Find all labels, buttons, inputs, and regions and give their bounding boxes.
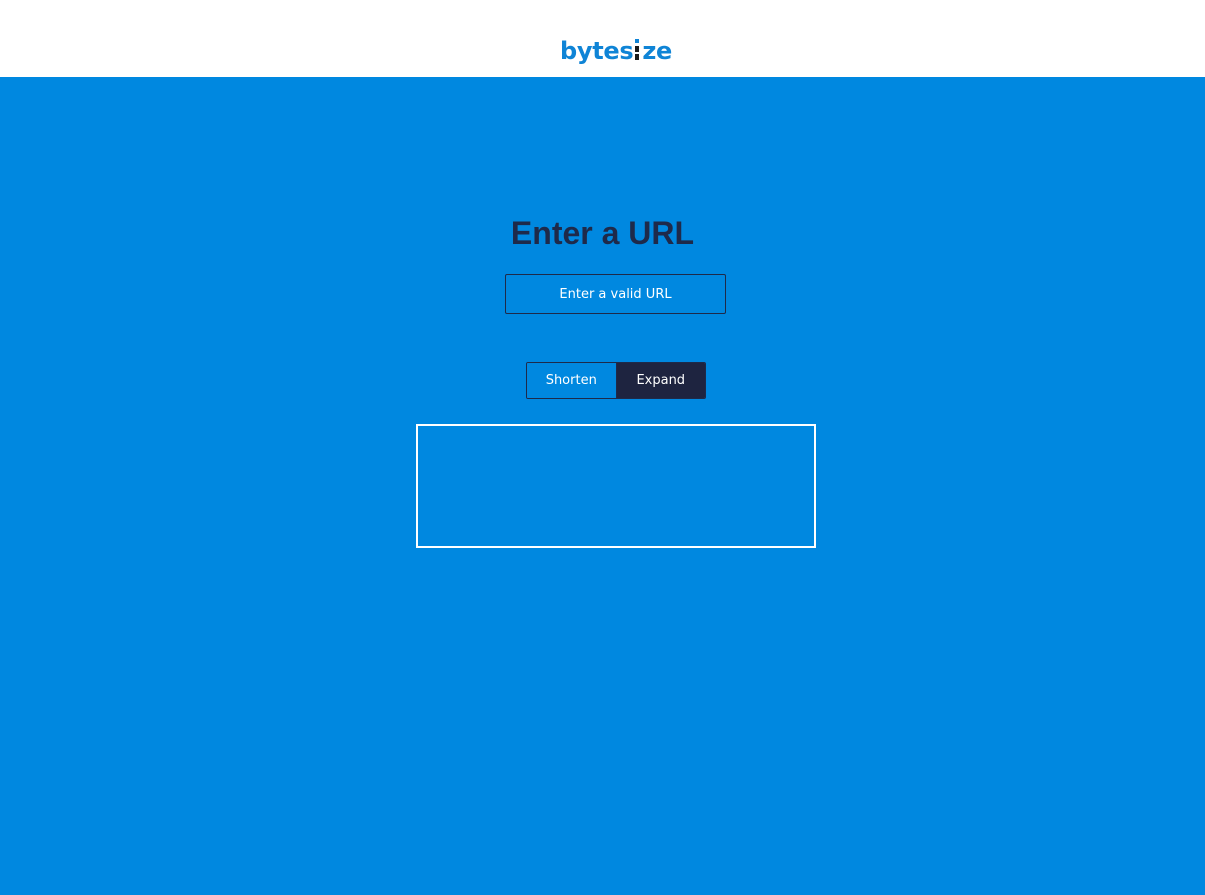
logo-text-end: ze — [642, 37, 673, 65]
header: bytes ze — [0, 0, 1205, 77]
shorten-button[interactable]: Shorten — [527, 363, 617, 398]
logo-text-start: bytes — [560, 37, 634, 65]
bytesize-logo[interactable]: bytes ze — [560, 33, 672, 65]
mode-toggle: Shorten Expand — [526, 362, 706, 399]
expand-button[interactable]: Expand — [616, 363, 705, 398]
logo-i-glyph-icon — [634, 39, 641, 61]
url-input[interactable] — [505, 274, 726, 314]
page-title: Enter a URL — [510, 215, 695, 251]
result-output-box — [416, 424, 816, 548]
